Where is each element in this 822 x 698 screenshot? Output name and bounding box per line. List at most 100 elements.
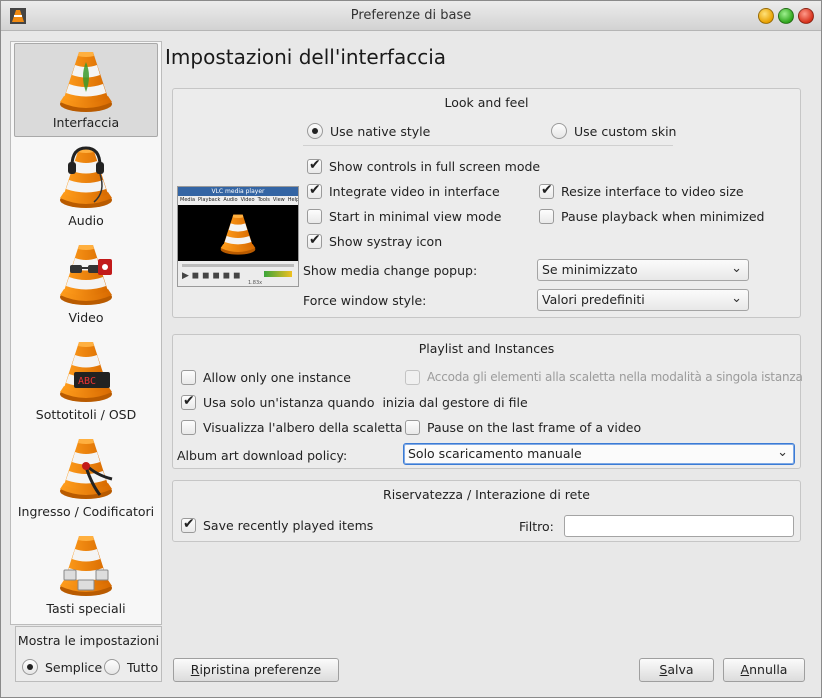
cancel-button[interactable]: Annulla [723,658,805,682]
category-sidebar: Interfaccia Audio Video ABC Sottotitoli … [10,41,162,625]
checkbox-indicator[interactable] [405,369,420,385]
close-button[interactable] [798,8,814,24]
minimal-view-label: Start in minimal view mode [329,208,502,224]
sidebar-item-interfaccia[interactable]: Interfaccia [14,43,158,137]
preview-video-area [178,205,298,261]
sidebar-item-tasti[interactable]: Tasti speciali [14,528,158,622]
vlc-cone-interface-icon [60,52,112,112]
radio-indicator[interactable] [22,659,38,675]
cancel-label: nnulla [749,662,788,677]
preview-title: VLC media player [178,187,298,196]
preview-menu-item: Tools [257,197,270,203]
simple-label: Semplice [45,659,103,675]
systray-checkbox[interactable]: Show systray icon [307,231,442,251]
enqueue-label: Accoda gli elementi alla scaletta nella … [427,370,803,384]
all-radio[interactable]: Tutto [104,657,158,677]
one-instance-label: Allow only one instance [203,369,351,385]
show-settings-group: Mostra le impostazioni Semplice Tutto [15,626,162,682]
radio-indicator[interactable] [104,659,120,675]
group-title: Riservatezza / Interazione di rete [383,487,590,502]
media-popup-label: Show media change popup: [303,262,478,278]
show-settings-title: Mostra le impostazioni [17,633,160,648]
vlc-cone-icon [220,214,256,255]
sidebar-item-ingresso[interactable]: Ingresso / Codificatori [14,431,158,525]
checkbox-indicator[interactable] [181,393,196,410]
reset-preferences-button[interactable]: Ripristina preferenze [173,658,339,682]
album-art-value: Solo scaricamento manuale [408,446,582,461]
filter-label: Filtro: [519,518,554,534]
save-recent-label: Save recently played items [203,517,374,533]
sidebar-item-video[interactable]: Video [14,237,158,331]
playlist-tree-label: Visualizza l'albero della scaletta [203,419,403,435]
native-style-radio[interactable]: Use native style [307,121,430,141]
reset-label: ipristina preferenze [199,662,322,677]
resize-interface-checkbox[interactable]: Resize interface to video size [539,181,744,201]
checkbox-indicator[interactable] [539,208,554,224]
checkbox-indicator[interactable] [307,232,322,249]
checkbox-indicator[interactable] [181,516,196,533]
single-instance-label: Usa solo un'istanza quando inizia dal ge… [203,394,528,410]
checkbox-indicator[interactable] [307,157,322,174]
cancel-mnemonic: A [740,662,750,677]
radio-indicator[interactable] [307,123,323,139]
radio-indicator[interactable] [551,123,567,139]
enqueue-checkbox[interactable]: Accoda gli elementi alla scaletta nella … [405,367,803,387]
filter-input[interactable] [564,515,794,537]
preview-menu-item: Video [240,197,255,203]
checkbox-indicator[interactable] [307,208,322,224]
preview-menu-item: Audio [223,197,238,203]
group-title: Playlist and Instances [418,341,555,356]
sidebar-item-label: Sottotitoli / OSD [35,407,137,422]
preferences-window: Preferenze di base Interfaccia Audio Vid… [0,0,822,698]
maximize-button[interactable] [778,8,794,24]
album-art-select[interactable]: Solo scaricamento manuale ⌄ [403,443,795,465]
checkbox-indicator[interactable] [181,419,196,435]
integrate-video-checkbox[interactable]: Integrate video in interface [307,181,500,201]
group-title: Look and feel [444,95,529,110]
sidebar-item-label: Video [68,310,104,325]
checkbox-indicator[interactable] [307,182,322,199]
page-title: Impostazioni dell'interfaccia [165,45,447,69]
pause-minimized-label: Pause playback when minimized [561,208,765,224]
minimize-button[interactable] [758,8,774,24]
save-recent-checkbox[interactable]: Save recently played items [181,515,373,535]
window-style-label: Force window style: [303,292,427,308]
playlist-tree-checkbox[interactable]: Visualizza l'albero della scaletta [181,417,403,437]
checkbox-indicator[interactable] [539,182,554,199]
chevron-down-icon: ⌄ [777,445,788,460]
single-instance-checkbox[interactable]: Usa solo un'istanza quando inizia dal ge… [181,392,528,412]
custom-skin-label: Use custom skin [574,123,677,139]
chevron-down-icon: ⌄ [731,291,742,306]
simple-radio[interactable]: Semplice [22,657,102,677]
vlc-cone-cable-icon [60,439,113,499]
sidebar-item-sottotitoli[interactable]: ABC Sottotitoli / OSD [14,334,158,428]
sidebar-item-label: Tasti speciali [46,601,126,616]
save-label: alva [667,662,694,677]
preview-time: 1.83x [248,280,263,286]
media-popup-select[interactable]: Se minimizzato ⌄ [537,259,749,281]
sidebar-item-label: Interfaccia [52,115,120,130]
fullscreen-controls-checkbox[interactable]: Show controls in full screen mode [307,156,540,176]
sidebar-item-label: Audio [68,213,104,228]
separator [303,145,673,146]
window-style-select[interactable]: Valori predefiniti ⌄ [537,289,749,311]
one-instance-checkbox[interactable]: Allow only one instance [181,367,351,387]
pause-minimized-checkbox[interactable]: Pause playback when minimized [539,206,765,226]
sidebar-item-audio[interactable]: Audio [14,140,158,234]
vlc-cone-subtitles-icon: ABC [60,342,112,402]
pause-last-frame-checkbox[interactable]: Pause on the last frame of a video [405,417,641,437]
preview-menu-item: Playback [198,197,221,203]
all-label: Tutto [127,659,159,675]
vlc-cone-keyboard-icon [60,536,112,596]
integrate-video-label: Integrate video in interface [329,183,500,199]
native-style-preview: VLC media player Media Playback Audio Video… [177,186,299,287]
privacy-group: Riservatezza / Interazione di rete Save … [172,480,801,542]
preview-menu-item: Media [180,197,196,203]
volume-bar [264,271,292,277]
save-button[interactable]: Salva [639,658,714,682]
checkbox-indicator[interactable] [405,419,420,435]
custom-skin-radio[interactable]: Use custom skin [551,121,676,141]
minimal-view-checkbox[interactable]: Start in minimal view mode [307,206,501,226]
checkbox-indicator[interactable] [181,369,196,385]
vlc-cone-headphones-icon [60,146,112,208]
